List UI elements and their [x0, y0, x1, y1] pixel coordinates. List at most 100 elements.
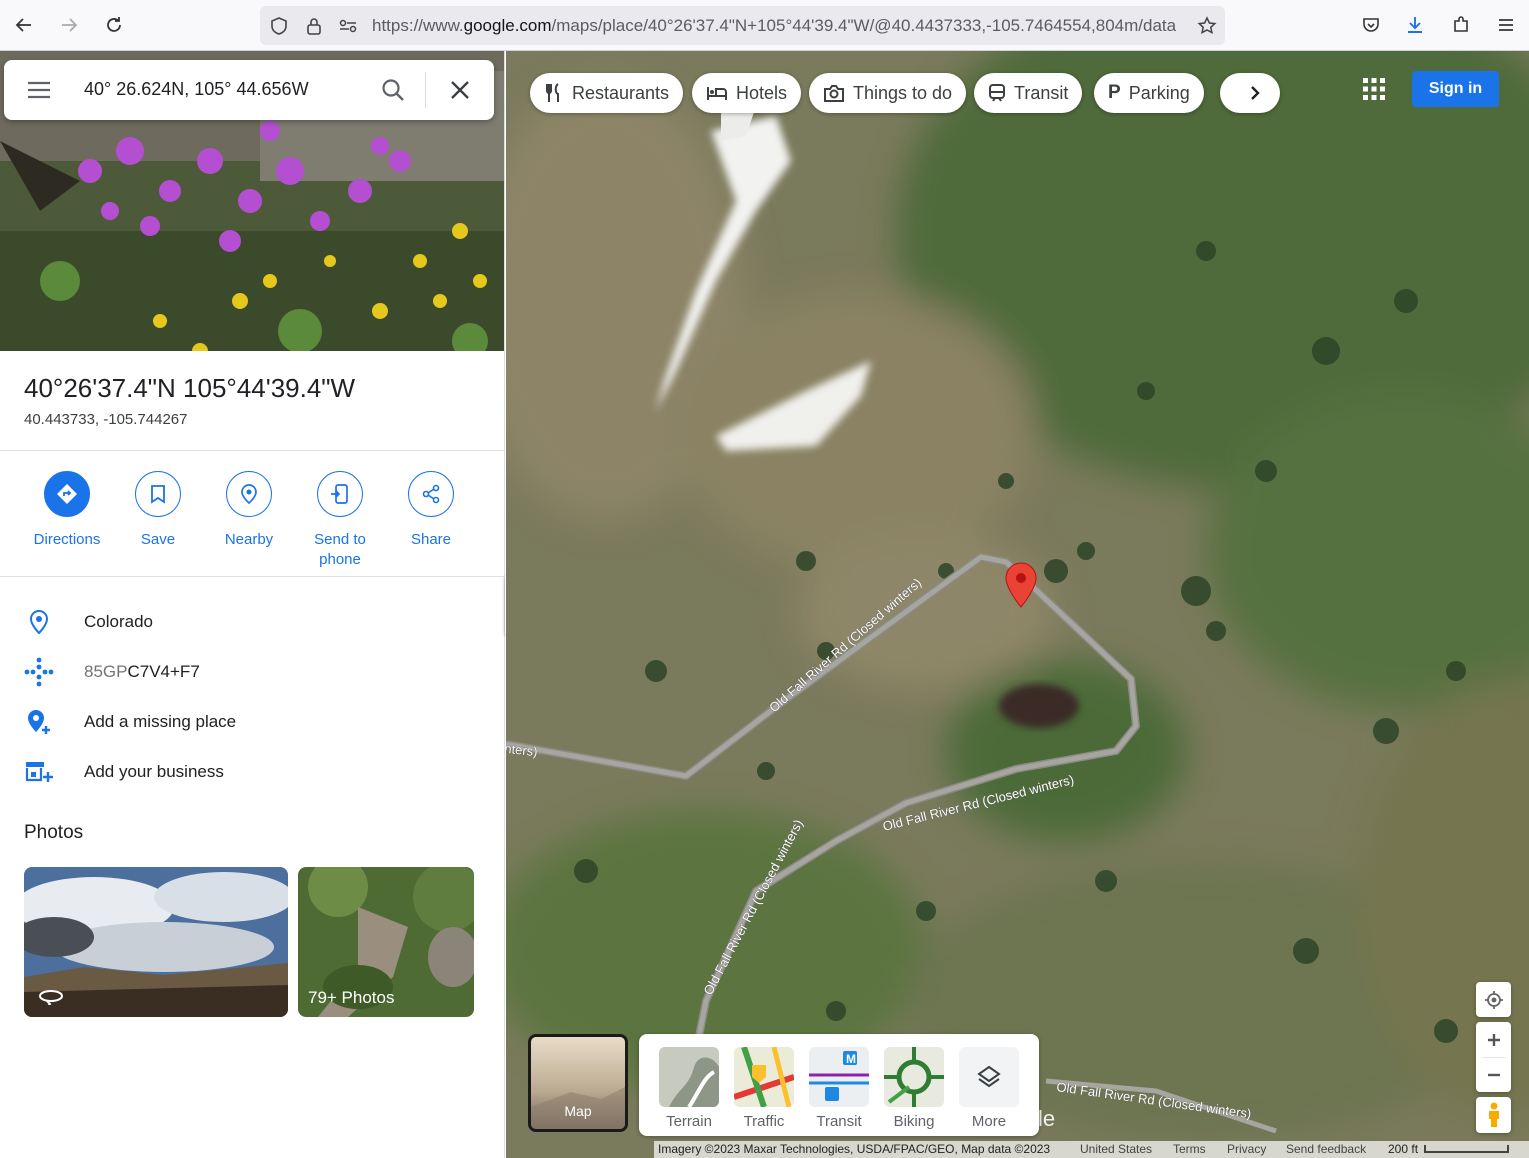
save-icon-circle	[135, 471, 181, 517]
clear-search-button[interactable]	[447, 77, 473, 108]
search-button[interactable]	[380, 77, 406, 108]
layer-terrain[interactable]: Terrain	[659, 1047, 719, 1130]
phone-icon	[331, 484, 348, 504]
sign-in-button[interactable]: Sign in	[1412, 71, 1499, 107]
plus-code-main: C7V4+F7	[127, 662, 200, 681]
reload-button[interactable]	[99, 10, 129, 40]
send-feedback-link[interactable]: Send feedback	[1286, 1142, 1366, 1156]
map-layer-label: Map	[564, 1103, 592, 1119]
shield-icon[interactable]	[267, 14, 291, 38]
zoom-in-button[interactable]	[1486, 1022, 1502, 1057]
forward-button[interactable]	[54, 10, 84, 40]
chip-label: Parking	[1128, 82, 1190, 103]
train-icon	[989, 84, 1005, 102]
photo-count-label: 79+ Photos	[308, 988, 395, 1007]
chip-transit[interactable]: Transit	[974, 73, 1083, 113]
browser-toolbar: https://www.google.com/maps/place/40°26'…	[0, 0, 1529, 51]
extensions-button[interactable]	[1446, 10, 1476, 40]
share-button[interactable]: Share	[391, 471, 471, 550]
plus-code-icon	[22, 657, 56, 687]
chip-parking[interactable]: P Parking	[1094, 73, 1204, 113]
scale-label[interactable]: 200 ft	[1388, 1142, 1418, 1156]
add-business-row[interactable]: Add your business	[0, 752, 504, 792]
chip-restaurants[interactable]: Restaurants	[530, 73, 684, 113]
place-panel: 40° 26.624N, 105° 44.656W 40°26'37.4"N 1…	[0, 51, 505, 1158]
bed-icon	[707, 87, 727, 100]
send-to-phone-button[interactable]: Send to phone	[300, 471, 380, 570]
add-missing-place-row[interactable]: Add a missing place	[0, 702, 504, 742]
photos-heading: Photos	[24, 822, 84, 843]
chip-things-to-do[interactable]: Things to do	[809, 73, 967, 113]
downloads-button[interactable]	[1400, 10, 1430, 40]
share-label: Share	[410, 531, 452, 548]
download-icon	[1408, 17, 1422, 33]
main-menu-button[interactable]	[26, 79, 52, 106]
search-box[interactable]: 40° 26.624N, 105° 44.656W	[4, 60, 494, 120]
chip-more[interactable]	[1220, 73, 1280, 113]
layers-panel: Terrain Traffic M Transit Biking More	[639, 1034, 1039, 1136]
minus-icon	[1487, 1073, 1500, 1077]
url-prefix: https://www.	[372, 16, 464, 35]
plus-icon	[1487, 1033, 1500, 1046]
permissions-icon[interactable]	[336, 14, 360, 38]
layer-label: Biking	[893, 1113, 935, 1130]
search-input[interactable]: 40° 26.624N, 105° 44.656W	[84, 79, 309, 100]
street-view-button[interactable]	[1476, 1097, 1511, 1133]
back-arrow-icon	[15, 18, 31, 32]
add-business-text: Add your business	[84, 762, 224, 781]
menu-button[interactable]	[1491, 10, 1521, 40]
bookmark-star-icon[interactable]	[1195, 14, 1219, 38]
layers-icon	[959, 1047, 1019, 1107]
lock-icon[interactable]	[302, 14, 326, 38]
map-attribution: Imagery ©2023 Maxar Technologies, USDA/F…	[654, 1141, 1529, 1158]
crosshair-icon	[1484, 990, 1503, 1009]
country-link[interactable]: United States	[1080, 1142, 1152, 1156]
photo-360[interactable]	[24, 867, 288, 1017]
plus-code-prefix: 85GP	[84, 662, 128, 681]
layer-label: Transit	[816, 1113, 862, 1130]
360-view-icon	[39, 990, 63, 1005]
plus-code-row[interactable]: 85GPC7V4+F7	[0, 652, 504, 692]
nearby-icon	[241, 484, 257, 505]
address-bar[interactable]: https://www.google.com/maps/place/40°26'…	[260, 6, 1225, 45]
place-coordinates[interactable]: 40.443733, -105.744267	[24, 411, 187, 428]
layer-biking[interactable]: Biking	[884, 1047, 944, 1130]
address-text: Colorado	[84, 612, 153, 631]
zoom-out-button[interactable]	[1486, 1058, 1502, 1092]
send-to-phone-icon-circle	[317, 471, 363, 517]
save-button[interactable]: Save	[118, 471, 198, 550]
layer-more[interactable]: More	[959, 1047, 1019, 1130]
hamburger-icon	[1499, 19, 1513, 31]
save-label: Save	[140, 531, 176, 548]
divider	[0, 450, 504, 451]
pocket-button[interactable]	[1356, 10, 1386, 40]
puzzle-icon	[1454, 16, 1468, 32]
location-pin-marker[interactable]	[1005, 562, 1037, 608]
back-button[interactable]	[9, 10, 39, 40]
map-layer-toggle[interactable]: Map	[528, 1034, 628, 1132]
terms-link[interactable]: Terms	[1173, 1142, 1206, 1156]
photo-more[interactable]: 79+ Photos	[298, 867, 474, 1017]
scale-bar	[1424, 1145, 1509, 1153]
search-icon	[382, 79, 404, 101]
directions-button[interactable]: Directions	[27, 471, 107, 550]
chip-hotels[interactable]: Hotels	[692, 73, 802, 113]
directions-label: Directions	[33, 531, 101, 548]
bookmark-icon	[151, 485, 165, 504]
layer-transit[interactable]: M Transit	[809, 1047, 869, 1130]
search-divider	[425, 72, 426, 108]
my-location-button[interactable]	[1476, 982, 1511, 1017]
layer-traffic[interactable]: Traffic	[734, 1047, 794, 1130]
fork-knife-icon	[546, 83, 559, 102]
forward-arrow-icon	[62, 18, 78, 32]
chip-label: Transit	[1014, 82, 1069, 103]
nearby-icon-circle	[226, 471, 272, 517]
privacy-link[interactable]: Privacy	[1227, 1142, 1266, 1156]
nearby-button[interactable]: Nearby	[209, 471, 289, 550]
satellite-map[interactable]: Old Fall River Rd (Closed winters) Old F…	[506, 51, 1529, 1158]
apps-grid-icon[interactable]	[1362, 77, 1386, 101]
address-row[interactable]: Colorado	[0, 602, 504, 642]
url-text[interactable]: https://www.google.com/maps/place/40°26'…	[372, 16, 1187, 36]
map-watermark: le	[1038, 1106, 1055, 1131]
plus-code-text: 85GPC7V4+F7	[84, 662, 200, 682]
